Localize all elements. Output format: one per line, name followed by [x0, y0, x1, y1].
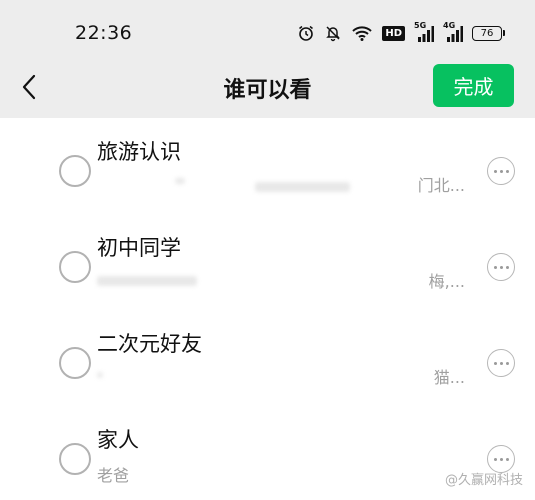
ellipsis-circle-icon: [493, 361, 497, 365]
list-item[interactable]: 二次元好友 猫...: [0, 310, 535, 406]
ellipsis-circle-icon: [493, 265, 497, 269]
status-time: 22:36: [75, 22, 133, 44]
signal-5g-icon: 5G: [414, 21, 434, 43]
group-title: 二次元好友: [97, 332, 202, 356]
more-button[interactable]: [487, 157, 515, 185]
blurred-members: [97, 372, 103, 378]
status-bar: 22:36 HD 5G 4G 76: [0, 0, 535, 62]
group-members-preview: 老爸: [97, 466, 130, 485]
battery-icon: 76: [472, 25, 505, 41]
status-icons: HD 5G 4G 76: [297, 21, 505, 44]
select-radio[interactable]: [59, 443, 91, 475]
group-title: 家人: [97, 428, 139, 452]
group-members-preview: 门北...: [417, 176, 465, 195]
battery-level: 76: [472, 25, 502, 41]
alarm-icon: [297, 24, 315, 42]
nav-bar: 谁可以看 完成: [0, 62, 535, 118]
select-radio[interactable]: [59, 347, 91, 379]
blurred-members: [97, 276, 197, 286]
ellipsis-circle-icon: [493, 169, 497, 173]
select-radio[interactable]: [59, 251, 91, 283]
watermark: @久赢网科技: [444, 473, 523, 488]
list-item[interactable]: 初中同学 梅,...: [0, 214, 535, 310]
blurred-members: [255, 182, 350, 192]
group-title: 旅游认识: [97, 140, 181, 164]
ellipsis-circle-icon: [493, 457, 497, 461]
bell-off-icon: [324, 24, 342, 42]
group-members-preview: 猫...: [433, 368, 465, 387]
signal-4g-icon: 4G: [443, 21, 463, 43]
hd-badge: HD: [382, 25, 405, 41]
more-button[interactable]: [487, 349, 515, 377]
group-members-preview: 梅,...: [428, 272, 465, 291]
more-button[interactable]: [487, 253, 515, 281]
list-item[interactable]: 旅游认识 门北...: [0, 118, 535, 214]
done-button[interactable]: 完成: [433, 64, 514, 107]
select-radio[interactable]: [59, 155, 91, 187]
wifi-icon: [351, 24, 373, 42]
blurred-members: [175, 178, 185, 184]
group-title: 初中同学: [97, 236, 181, 260]
group-list: 旅游认识 门北... 初中同学 梅,... 二次元好友 猫... 家人 老爸: [0, 118, 535, 500]
